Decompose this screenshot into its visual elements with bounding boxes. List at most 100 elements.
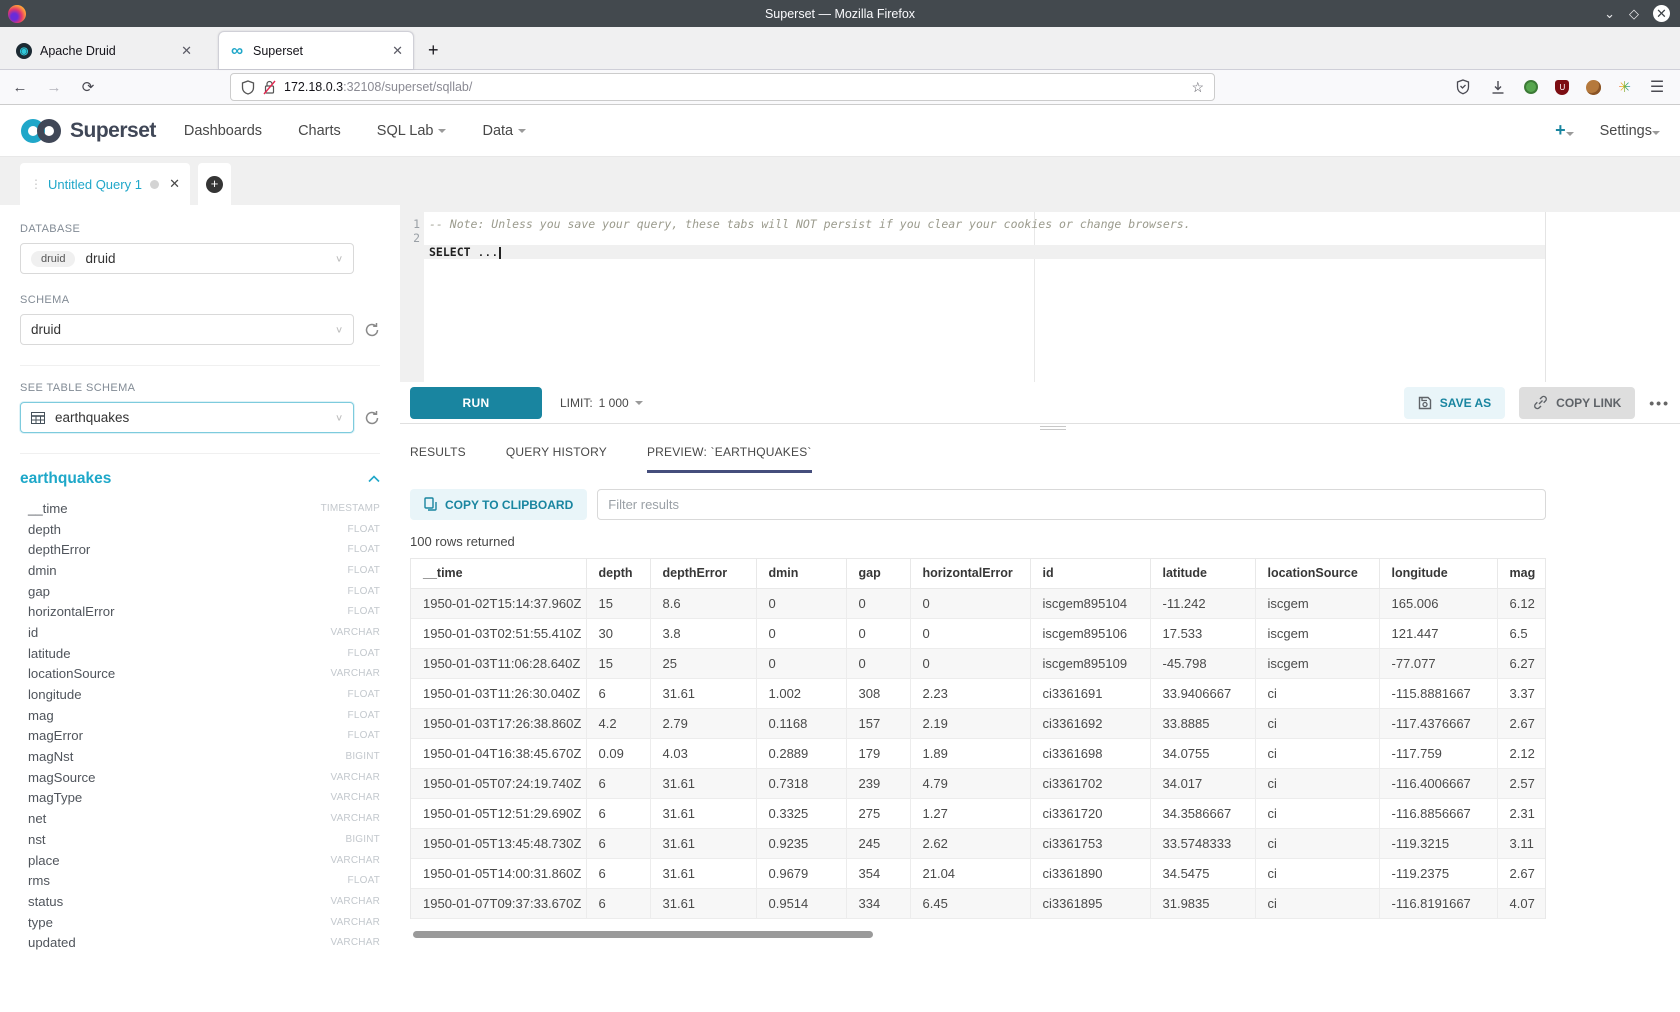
column-header[interactable]: latitude: [1150, 559, 1255, 588]
extension-green-icon[interactable]: [1524, 80, 1538, 94]
table-column-row[interactable]: net VARCHAR: [20, 808, 380, 829]
table-column-row[interactable]: magSource VARCHAR: [20, 767, 380, 788]
run-button[interactable]: RUN: [410, 387, 542, 419]
table-column-row[interactable]: place VARCHAR: [20, 850, 380, 871]
database-select[interactable]: druid druid ∨: [20, 243, 354, 274]
column-header[interactable]: __time: [411, 559, 586, 588]
table-row[interactable]: 1950-01-04T16:38:45.670Z0.094.030.288917…: [411, 738, 1546, 768]
superset-logo[interactable]: Superset: [20, 118, 156, 144]
table-schema-select[interactable]: earthquakes ∨: [20, 402, 354, 433]
table-column-row[interactable]: locationSource VARCHAR: [20, 664, 380, 685]
column-header[interactable]: longitude: [1379, 559, 1497, 588]
horizontal-scrollbar[interactable]: [413, 931, 873, 938]
table-row[interactable]: 1950-01-05T07:24:19.740Z631.610.73182394…: [411, 768, 1546, 798]
table-column-row[interactable]: updated VARCHAR: [20, 932, 380, 953]
table-column-row[interactable]: __time TIMESTAMP: [20, 498, 380, 519]
ublock-icon[interactable]: U: [1555, 80, 1569, 95]
cookie-extension-icon[interactable]: [1586, 80, 1601, 95]
table-column-row[interactable]: magNst BIGINT: [20, 746, 380, 767]
colorful-extension-icon[interactable]: ✳: [1618, 78, 1631, 96]
refresh-table-icon[interactable]: [364, 410, 380, 426]
table-column-row[interactable]: depth FLOAT: [20, 519, 380, 540]
add-new-button[interactable]: +: [1555, 120, 1574, 141]
more-options-button[interactable]: •••: [1649, 395, 1670, 411]
refresh-schema-icon[interactable]: [364, 322, 380, 338]
table-row[interactable]: 1950-01-05T13:45:48.730Z631.610.92352452…: [411, 828, 1546, 858]
column-header[interactable]: mag: [1497, 559, 1546, 588]
nav-sql-lab[interactable]: SQL Lab: [377, 123, 447, 139]
nav-charts[interactable]: Charts: [298, 123, 341, 139]
download-icon[interactable]: [1489, 80, 1507, 95]
new-query-tab-button[interactable]: +: [198, 163, 231, 205]
pocket-shield-icon[interactable]: [1454, 79, 1472, 95]
filter-results-input[interactable]: [597, 489, 1546, 520]
pane-resize-handle[interactable]: [400, 424, 1680, 433]
drag-handle-icon[interactable]: ⋮: [30, 177, 40, 191]
limit-dropdown[interactable]: LIMIT: 1 000: [560, 396, 643, 410]
tracking-shield-icon[interactable]: [241, 80, 255, 95]
window-minimize-button[interactable]: ⌄: [1604, 6, 1615, 22]
bookmark-star-icon[interactable]: ☆: [1191, 79, 1204, 96]
settings-menu[interactable]: Settings: [1600, 123, 1660, 139]
url-field[interactable]: 172.18.0.3:32108/superset/sqllab/ ☆: [230, 73, 1215, 101]
table-column-row[interactable]: rms FLOAT: [20, 870, 380, 891]
table-column-row[interactable]: status VARCHAR: [20, 891, 380, 912]
column-header[interactable]: gap: [846, 559, 910, 588]
sql-editor[interactable]: 1 2 3 -- Note: Unless you save your quer…: [400, 212, 1546, 382]
query-tab-untitled[interactable]: ⋮ Untitled Query 1 ✕: [20, 163, 190, 205]
column-header[interactable]: depthError: [650, 559, 756, 588]
table-column-row[interactable]: gap FLOAT: [20, 581, 380, 602]
column-header[interactable]: dmin: [756, 559, 846, 588]
editor-code[interactable]: -- Note: Unless you save your query, the…: [424, 212, 1545, 382]
column-header[interactable]: horizontalError: [910, 559, 1030, 588]
tab-close-icon[interactable]: ✕: [181, 43, 192, 59]
nav-data[interactable]: Data: [482, 123, 526, 139]
new-tab-button[interactable]: +: [428, 40, 439, 61]
column-header[interactable]: depth: [586, 559, 650, 588]
table-column-row[interactable]: id VARCHAR: [20, 622, 380, 643]
window-close-button[interactable]: ✕: [1653, 5, 1670, 22]
table-row[interactable]: 1950-01-05T12:51:29.690Z631.610.33252751…: [411, 798, 1546, 828]
table-row[interactable]: 1950-01-03T11:06:28.640Z1525000iscgem895…: [411, 648, 1546, 678]
table-row[interactable]: 1950-01-03T17:26:38.860Z4.22.790.1168157…: [411, 708, 1546, 738]
table-column-row[interactable]: mag FLOAT: [20, 705, 380, 726]
table-header-row[interactable]: __timedepthdepthErrordmingaphorizontalEr…: [411, 559, 1546, 588]
copy-to-clipboard-button[interactable]: COPY TO CLIPBOARD: [410, 489, 587, 520]
browser-tab-apache-druid[interactable]: ◉ Apache Druid ✕: [6, 33, 202, 69]
table-column-row[interactable]: horizontalError FLOAT: [20, 601, 380, 622]
forward-button[interactable]: →: [44, 79, 64, 96]
tab-close-icon[interactable]: ✕: [392, 43, 403, 59]
close-query-tab-icon[interactable]: ✕: [169, 176, 180, 192]
tab-preview-earthquakes[interactable]: PREVIEW: `EARTHQUAKES`: [647, 445, 812, 473]
save-as-button[interactable]: SAVE AS: [1404, 387, 1505, 419]
hamburger-menu-icon[interactable]: ☰: [1648, 77, 1666, 97]
table-row[interactable]: 1950-01-02T15:14:37.960Z158.6000iscgem89…: [411, 588, 1546, 618]
reload-button[interactable]: ⟳: [78, 78, 98, 96]
table-row[interactable]: 1950-01-03T11:26:30.040Z631.611.0023082.…: [411, 678, 1546, 708]
table-row[interactable]: 1950-01-05T14:00:31.860Z631.610.96793542…: [411, 858, 1546, 888]
table-column-row[interactable]: type VARCHAR: [20, 912, 380, 933]
table-section-title[interactable]: earthquakes: [20, 470, 111, 488]
tab-results[interactable]: RESULTS: [410, 445, 466, 473]
copy-link-button[interactable]: COPY LINK: [1519, 387, 1635, 419]
column-header[interactable]: id: [1030, 559, 1150, 588]
table-column-row[interactable]: nst BIGINT: [20, 829, 380, 850]
table-row[interactable]: 1950-01-03T02:51:55.410Z303.8000iscgem89…: [411, 618, 1546, 648]
table-column-row[interactable]: latitude FLOAT: [20, 643, 380, 664]
tab-query-history[interactable]: QUERY HISTORY: [506, 445, 607, 473]
schema-select[interactable]: druid ∨: [20, 314, 354, 345]
insecure-lock-icon[interactable]: [263, 80, 276, 95]
nav-dashboards[interactable]: Dashboards: [184, 123, 262, 139]
table-column-row[interactable]: depthError FLOAT: [20, 539, 380, 560]
table-column-row[interactable]: dmin FLOAT: [20, 560, 380, 581]
table-cell: ci3361890: [1030, 858, 1150, 888]
column-header[interactable]: locationSource: [1255, 559, 1379, 588]
window-maximize-button[interactable]: ◇: [1629, 6, 1639, 22]
browser-tab-superset[interactable]: ∞ Superset ✕: [218, 31, 414, 69]
back-button[interactable]: ←: [10, 79, 30, 96]
table-column-row[interactable]: longitude FLOAT: [20, 684, 380, 705]
table-column-row[interactable]: magError FLOAT: [20, 726, 380, 747]
table-column-row[interactable]: magType VARCHAR: [20, 788, 380, 809]
collapse-chevron-up-icon[interactable]: [368, 475, 380, 483]
table-row[interactable]: 1950-01-07T09:37:33.670Z631.610.95143346…: [411, 888, 1546, 918]
